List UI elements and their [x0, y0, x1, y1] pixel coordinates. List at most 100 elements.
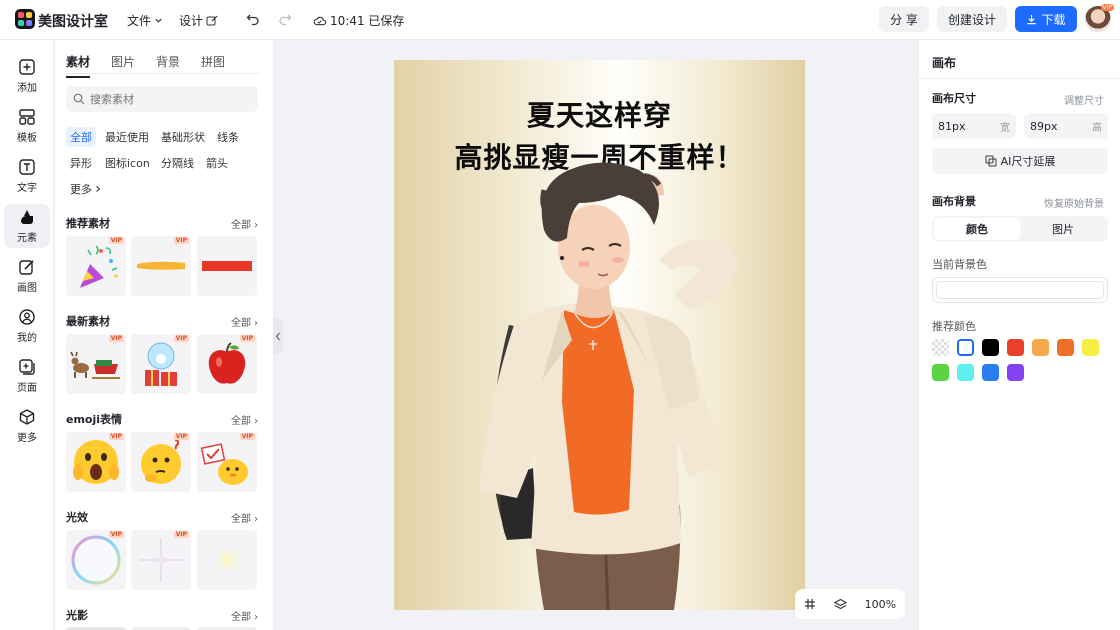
current-bg-color-picker[interactable] — [932, 277, 1108, 303]
swatch-red[interactable] — [1007, 339, 1024, 356]
shocked-face-emoji — [73, 440, 119, 484]
vip-badge: VIP — [108, 237, 124, 244]
create-design-button[interactable]: 创建设计 — [937, 6, 1007, 32]
download-button[interactable]: 下载 — [1015, 6, 1077, 32]
chip-irregular[interactable]: 异形 — [66, 153, 96, 173]
swatch-orange[interactable] — [1057, 339, 1074, 356]
see-all-label: 全部 — [231, 514, 251, 525]
chip-all[interactable]: 全部 — [66, 127, 96, 147]
search-box[interactable] — [66, 86, 258, 112]
swatch-black[interactable] — [982, 339, 999, 356]
sparkle-star-image — [139, 538, 183, 582]
chip-icons[interactable]: 图标icon — [101, 153, 154, 173]
material-glow[interactable] — [197, 530, 257, 590]
undo-icon[interactable] — [245, 11, 261, 27]
chip-arrows[interactable]: 箭头 — [202, 153, 232, 173]
ai-extend-button[interactable]: AI尺寸延展 — [932, 148, 1108, 174]
app-logo[interactable] — [15, 9, 35, 29]
material-sleigh[interactable]: VIP — [66, 334, 126, 394]
vip-badge: VIP — [239, 335, 255, 342]
material-apple[interactable]: VIP — [197, 334, 257, 394]
sidebar-item-text[interactable]: 文字 — [4, 154, 50, 198]
tab-materials[interactable]: 素材 — [66, 53, 91, 78]
material-red-bar[interactable] — [197, 236, 257, 296]
height-unit: 高 — [1092, 122, 1102, 134]
zoom-level[interactable]: 100% — [865, 598, 896, 611]
see-all-label: 全部 — [231, 318, 251, 329]
swatch-white[interactable] — [957, 339, 974, 356]
save-status-text: 10:41 已保存 — [330, 14, 405, 28]
soft-glow-image — [211, 544, 243, 576]
section-all-recommended[interactable]: 全部 › — [231, 216, 258, 231]
vip-badge: VIP — [173, 335, 189, 342]
swatch-cyan[interactable] — [957, 364, 974, 381]
material-party-popper[interactable]: VIP — [66, 236, 126, 296]
share-button[interactable]: 分 享 — [879, 6, 929, 32]
chip-basic-shapes[interactable]: 基础形状 — [157, 127, 209, 147]
sidebar-item-templates[interactable]: 模板 — [4, 104, 50, 148]
chip-recent[interactable]: 最近使用 — [101, 127, 153, 147]
download-icon — [1027, 14, 1037, 24]
swatch-transparent[interactable] — [932, 339, 949, 356]
vip-badge: VIP — [108, 433, 124, 440]
material-shocked-emoji[interactable]: VIP — [66, 432, 126, 492]
redo-icon[interactable] — [277, 11, 293, 27]
sidebar-item-mine[interactable]: 我的 — [4, 304, 50, 348]
section-all-emoji[interactable]: 全部 › — [231, 412, 258, 427]
swatch-yellow[interactable] — [1082, 339, 1099, 356]
height-value: 89px — [1030, 119, 1058, 133]
vip-badge: VIP — [173, 237, 189, 244]
section-all-light-effects[interactable]: 全部 › — [231, 510, 258, 525]
avatar-vip-badge: VIP — [1100, 4, 1114, 11]
search-input[interactable] — [90, 92, 240, 106]
save-status: 10:41 已保存 — [313, 12, 404, 29]
grid-icon[interactable] — [804, 598, 816, 610]
design-canvas[interactable]: 夏天这样穿 高挑显瘦一周不重样！ — [394, 60, 805, 610]
sidebar-item-draw[interactable]: 画图 — [4, 254, 50, 298]
material-bubble[interactable]: VIP — [66, 530, 126, 590]
tab-images[interactable]: 图片 — [111, 53, 135, 78]
reindeer-sleigh-image — [70, 351, 120, 379]
section-title-emoji: emoji表情 — [66, 413, 123, 426]
swatch-purple[interactable] — [1007, 364, 1024, 381]
material-snowglobe[interactable]: VIP — [131, 334, 191, 394]
bg-type-color[interactable]: 颜色 — [934, 218, 1020, 240]
swatch-green[interactable] — [932, 364, 949, 381]
current-bg-label: 当前背景色 — [932, 258, 987, 271]
height-field[interactable]: 89px 高 — [1024, 113, 1108, 139]
layers-icon[interactable] — [833, 598, 847, 611]
section-all-shadows[interactable]: 全部 › — [231, 608, 258, 623]
width-unit: 宽 — [1000, 122, 1010, 134]
sidebar-item-add[interactable]: 添加 — [4, 54, 50, 98]
file-menu[interactable]: 文件 — [127, 12, 163, 29]
section-all-latest[interactable]: 全部 › — [231, 314, 258, 329]
material-sparkle[interactable]: VIP — [131, 530, 191, 590]
swatch-blue[interactable] — [982, 364, 999, 381]
bg-type-image[interactable]: 图片 — [1020, 218, 1106, 240]
material-yellow-stroke[interactable]: VIP — [131, 236, 191, 296]
resize-link[interactable]: 调整尺寸 — [1064, 92, 1104, 107]
sidebar-item-label: 元素 — [17, 233, 37, 244]
avatar[interactable]: VIP — [1085, 4, 1114, 32]
width-field[interactable]: 81px 宽 — [932, 113, 1016, 139]
tab-backgrounds[interactable]: 背景 — [156, 53, 180, 78]
fashion-illustration[interactable] — [394, 60, 805, 610]
sidebar-item-elements[interactable]: 元素 — [4, 204, 50, 248]
reset-bg-link[interactable]: 恢复原始背景 — [1044, 195, 1104, 210]
material-thinking-emoji[interactable]: VIP — [131, 432, 191, 492]
swatch-light-orange[interactable] — [1032, 339, 1049, 356]
tab-collage[interactable]: 拼图 — [201, 53, 225, 78]
sidebar-item-pages[interactable]: 页面 — [4, 354, 50, 398]
collapse-panel-handle[interactable] — [273, 318, 283, 354]
chip-dividers[interactable]: 分隔线 — [157, 153, 198, 173]
chip-more[interactable]: 更多 — [66, 179, 106, 199]
file-menu-label: 文件 — [127, 14, 152, 28]
sidebar-item-more[interactable]: 更多 — [4, 404, 50, 448]
see-all-label: 全部 — [231, 612, 251, 623]
chip-lines[interactable]: 线条 — [213, 127, 243, 147]
sidebar-item-label: 我的 — [17, 333, 37, 344]
top-bar: 美图设计室 文件 设计 10:41 已保存 分 享 创建设计 下载 VIP — [0, 0, 1120, 40]
sidebar-item-label: 模板 — [17, 133, 37, 144]
material-chick-emoji[interactable]: VIP — [197, 432, 257, 492]
design-menu[interactable]: 设计 — [179, 12, 218, 29]
